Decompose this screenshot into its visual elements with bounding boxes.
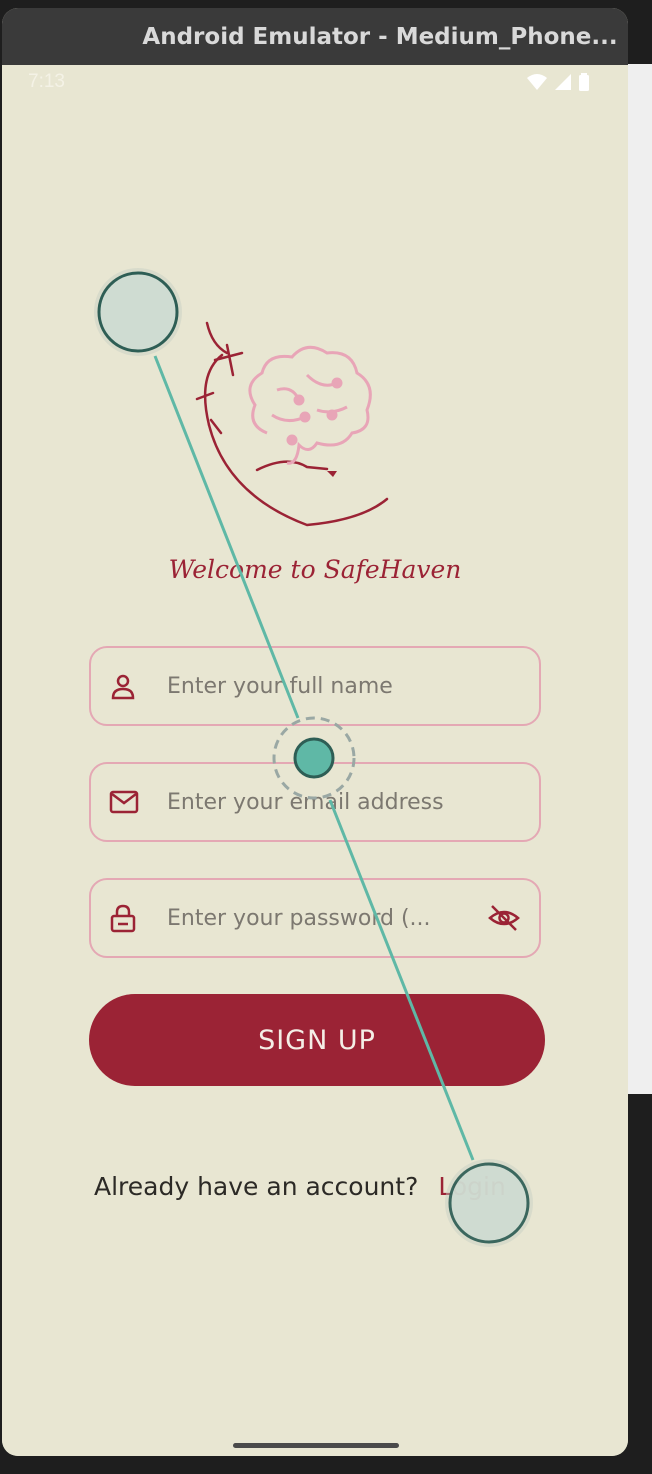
lock-icon: [109, 903, 159, 933]
eye-off-icon[interactable]: [487, 903, 521, 933]
welcome-heading: Welcome to SafeHaven: [168, 555, 462, 584]
signal-icon: [555, 74, 571, 90]
login-link[interactable]: Login: [438, 1172, 505, 1201]
battery-icon: [579, 73, 589, 91]
safehaven-logo: [195, 321, 389, 527]
password-field[interactable]: Enter your password (...: [89, 878, 541, 958]
emulator-side-panel: [628, 64, 652, 1094]
home-indicator[interactable]: [233, 1443, 399, 1448]
login-prompt: Already have an account? Login: [94, 1172, 506, 1201]
phone-screen: 7:13 Welcome to SafeHaven Enter your ful…: [2, 65, 628, 1456]
emulator-window: Android Emulator - Medium_Phone... 7:13: [2, 8, 628, 1456]
email-placeholder: Enter your email address: [167, 789, 444, 815]
window-titlebar: Android Emulator - Medium_Phone...: [2, 8, 628, 65]
person-icon: [109, 672, 159, 700]
password-placeholder: Enter your password (...: [167, 905, 431, 931]
sign-up-button[interactable]: SIGN UP: [89, 994, 545, 1086]
full-name-placeholder: Enter your full name: [167, 673, 393, 699]
wifi-icon: [527, 74, 547, 90]
mail-icon: [109, 789, 159, 815]
email-field[interactable]: Enter your email address: [89, 762, 541, 842]
status-icons: [526, 73, 590, 91]
status-bar: 7:13: [2, 65, 628, 101]
login-question: Already have an account?: [94, 1172, 419, 1201]
window-title: Android Emulator - Medium_Phone...: [142, 23, 618, 50]
status-time: 7:13: [28, 71, 65, 92]
full-name-field[interactable]: Enter your full name: [89, 646, 541, 726]
